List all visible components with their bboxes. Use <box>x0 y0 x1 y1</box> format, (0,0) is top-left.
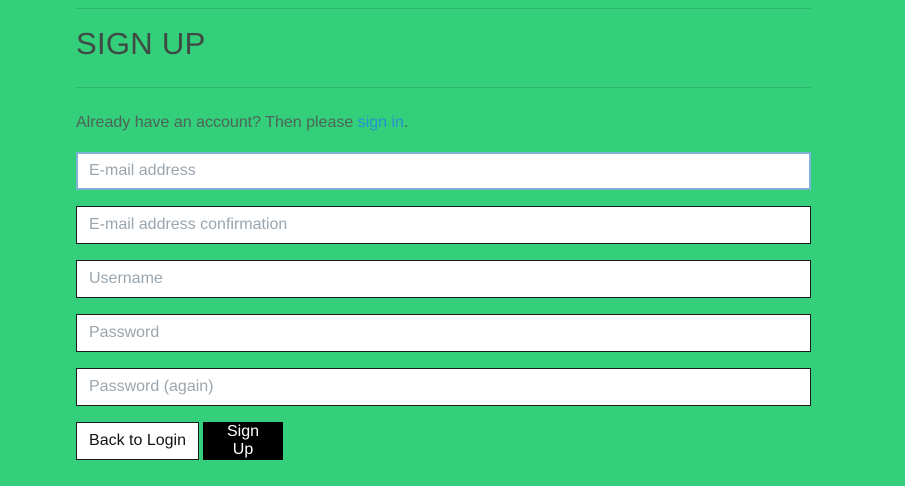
page-title: SIGN UP <box>76 26 206 61</box>
password-again-field[interactable] <box>76 368 811 406</box>
sign-in-link[interactable]: sign in <box>358 114 404 131</box>
sign-up-button[interactable]: Sign Up <box>203 422 283 460</box>
title-divider <box>76 87 811 88</box>
password-field[interactable] <box>76 314 811 352</box>
back-to-login-button[interactable]: Back to Login <box>76 422 199 460</box>
email-confirm-field[interactable] <box>76 206 811 244</box>
email-field[interactable] <box>76 152 811 190</box>
signin-prompt-text: Already have an account? Then please <box>76 114 358 131</box>
top-divider <box>76 8 811 9</box>
username-field[interactable] <box>76 260 811 298</box>
signin-prompt: Already have an account? Then please sig… <box>76 114 408 132</box>
signin-prompt-suffix: . <box>403 114 409 131</box>
